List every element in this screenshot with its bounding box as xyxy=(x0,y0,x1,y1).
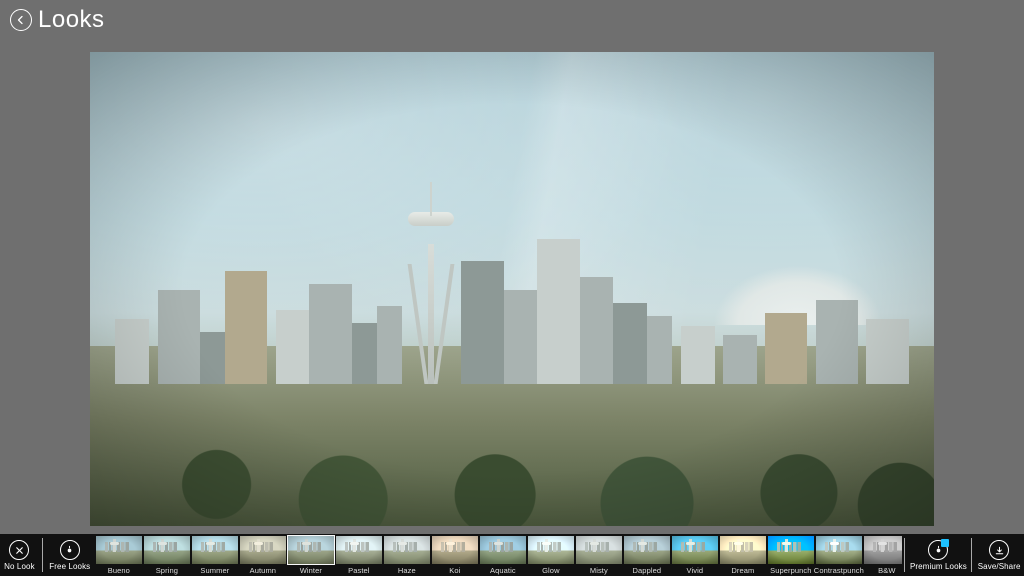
look-thumbnail-label: Koi xyxy=(449,566,460,575)
look-thumbnail-label: Autumn xyxy=(250,566,276,575)
skyline-decoration xyxy=(90,223,934,384)
toolbar-separator xyxy=(904,538,905,572)
header: Looks xyxy=(0,0,1024,38)
back-arrow-icon xyxy=(15,14,27,26)
look-thumbnail-image xyxy=(720,536,766,564)
toolbar-separator xyxy=(971,538,972,572)
look-thumbnail-image xyxy=(768,536,814,564)
look-thumbnail-label: Pastel xyxy=(348,566,369,575)
look-thumbnail-label: B&W xyxy=(878,566,895,575)
look-thumbnail-image xyxy=(816,536,862,564)
no-look-label: No Look xyxy=(4,562,35,571)
look-thumbnail-image xyxy=(528,536,574,564)
look-thumbnail-label: Contrastpunch xyxy=(814,566,864,575)
look-thumbnail[interactable]: Superpunch xyxy=(768,536,814,575)
page-title: Looks xyxy=(38,6,105,34)
look-thumbnail-label: Bueno xyxy=(108,566,130,575)
look-thumbnail-image xyxy=(624,536,670,564)
looks-toolbar: No Look Free Looks Bueno Spring Summer Autu… xyxy=(0,534,1024,576)
look-thumbnail-label: Dream xyxy=(731,566,754,575)
look-thumbnail[interactable]: Vivid xyxy=(672,536,718,575)
look-thumbnail-image xyxy=(480,536,526,564)
free-looks-label: Free Looks xyxy=(49,562,90,571)
look-thumbnail-label: Misty xyxy=(590,566,608,575)
close-icon xyxy=(9,540,29,560)
stage xyxy=(0,38,1024,534)
look-thumbnail-image xyxy=(336,536,382,564)
look-thumbnail[interactable]: Summer xyxy=(192,536,238,575)
look-thumbnail-label: Glow xyxy=(542,566,560,575)
space-needle-decoration xyxy=(411,154,451,384)
look-thumbnail[interactable]: Glow xyxy=(528,536,574,575)
look-thumbnail-label: Superpunch xyxy=(770,566,811,575)
save-icon xyxy=(989,540,1009,560)
premium-looks-label: Premium Looks xyxy=(910,562,967,571)
look-thumbnail-label: Haze xyxy=(398,566,416,575)
look-thumbnail[interactable]: Aquatic xyxy=(480,536,526,575)
look-thumbnail-image xyxy=(192,536,238,564)
look-thumbnail-image xyxy=(432,536,478,564)
look-thumbnail-label: Winter xyxy=(300,566,322,575)
look-thumbnail-label: Dappled xyxy=(633,566,662,575)
look-thumbnail-image xyxy=(240,536,286,564)
look-thumbnail[interactable]: Haze xyxy=(384,536,430,575)
paint-icon xyxy=(60,540,80,560)
look-thumbnail-label: Vivid xyxy=(687,566,704,575)
trees-decoration xyxy=(90,422,934,526)
look-thumbnail-image xyxy=(288,536,334,564)
look-thumbnail-image xyxy=(384,536,430,564)
look-thumbnail[interactable]: Winter xyxy=(288,536,334,575)
look-thumbnail-label: Aquatic xyxy=(490,566,516,575)
look-thumbnail-image xyxy=(576,536,622,564)
preview-image[interactable] xyxy=(90,52,934,526)
look-thumbnail[interactable]: B&W xyxy=(864,536,903,575)
save-share-button[interactable]: Save/Share xyxy=(974,534,1024,576)
look-thumbnail[interactable]: Dappled xyxy=(624,536,670,575)
save-share-label: Save/Share xyxy=(978,562,1021,571)
look-thumbnail-label: Summer xyxy=(200,566,229,575)
free-looks-button[interactable]: Free Looks xyxy=(46,534,94,576)
premium-icon xyxy=(928,540,948,560)
look-thumbnail[interactable]: Pastel xyxy=(336,536,382,575)
look-thumbnail[interactable]: Bueno xyxy=(96,536,142,575)
look-thumbnail[interactable]: Koi xyxy=(432,536,478,575)
look-thumbnail[interactable]: Misty xyxy=(576,536,622,575)
toolbar-separator xyxy=(42,538,43,572)
back-button[interactable] xyxy=(10,9,32,31)
look-thumbnail-label: Spring xyxy=(156,566,178,575)
look-thumbnail-image xyxy=(144,536,190,564)
no-look-button[interactable]: No Look xyxy=(0,534,39,576)
looks-strip[interactable]: Bueno Spring Summer Autumn Winter Pastel Haze K… xyxy=(94,534,903,576)
look-thumbnail-image xyxy=(864,536,903,564)
look-thumbnail-image xyxy=(96,536,142,564)
look-thumbnail[interactable]: Dream xyxy=(720,536,766,575)
look-thumbnail-image xyxy=(672,536,718,564)
look-thumbnail[interactable]: Contrastpunch xyxy=(816,536,862,575)
premium-looks-button[interactable]: Premium Looks xyxy=(907,534,969,576)
look-thumbnail[interactable]: Spring xyxy=(144,536,190,575)
look-thumbnail[interactable]: Autumn xyxy=(240,536,286,575)
